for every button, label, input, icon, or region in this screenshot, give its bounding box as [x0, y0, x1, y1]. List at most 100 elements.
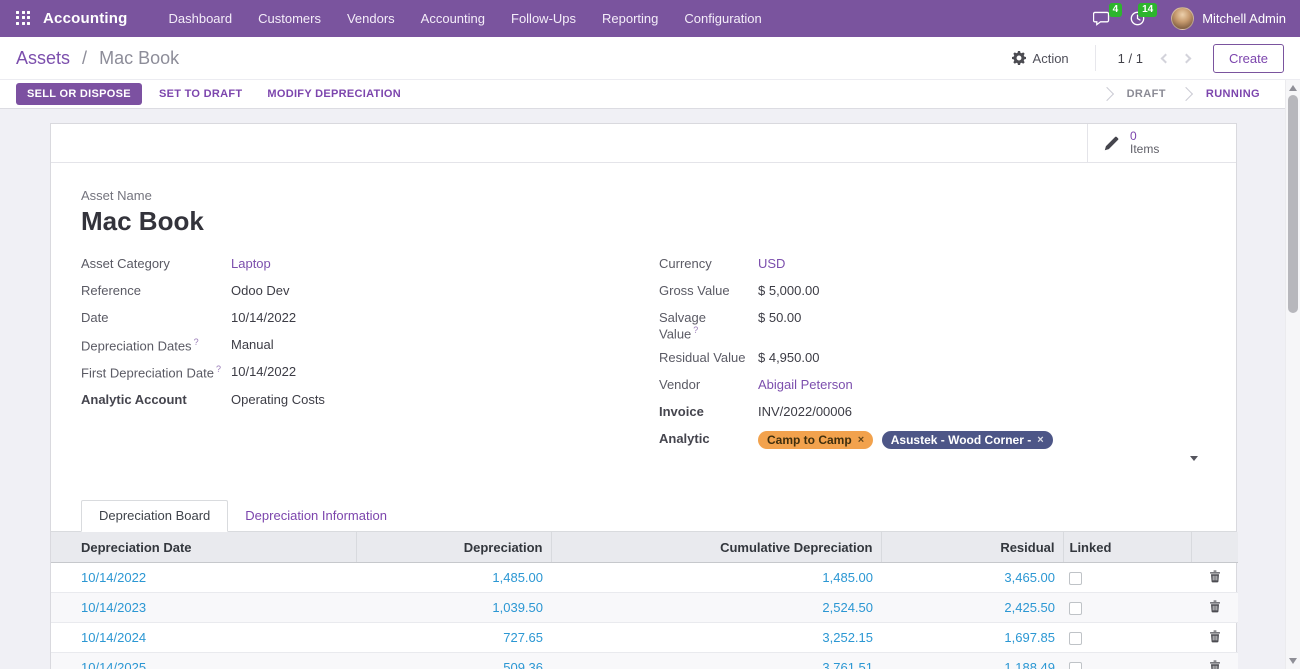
state-separator-chevron	[1179, 87, 1193, 101]
form-body: Asset Name Mac Book Asset Category Lapto…	[51, 163, 1236, 458]
cell-linked	[1063, 652, 1191, 669]
analytic-tag: Asustek - Wood Corner -×	[882, 431, 1053, 449]
table-row: 10/14/2022 1,485.00 1,485.00 3,465.00	[51, 562, 1238, 592]
menu-customers[interactable]: Customers	[245, 0, 334, 37]
cell-cumulative[interactable]: 2,524.50	[551, 592, 881, 622]
cell-depreciation[interactable]: 509.36	[356, 652, 551, 669]
breadcrumb: Assets / Mac Book	[16, 48, 179, 69]
cell-cumulative[interactable]: 1,485.00	[551, 562, 881, 592]
chat-bubble-icon	[1093, 11, 1110, 26]
dropdown-caret-icon[interactable]	[1190, 456, 1198, 461]
user-name[interactable]: Mitchell Admin	[1202, 11, 1286, 26]
apps-grid-icon[interactable]	[16, 11, 32, 27]
cell-depreciation[interactable]: 1,039.50	[356, 592, 551, 622]
depreciation-board-table: Depreciation Date Depreciation Cumulativ…	[51, 532, 1238, 669]
gross-value[interactable]: $ 5,000.00	[758, 283, 819, 301]
analytic-tag: Camp to Camp×	[758, 431, 873, 449]
linked-checkbox[interactable]	[1069, 572, 1082, 585]
fields-left-column: Asset Category Laptop Reference Odoo Dev…	[81, 256, 659, 458]
linked-checkbox[interactable]	[1069, 602, 1082, 615]
field-label: Currency	[659, 256, 758, 274]
menu-vendors[interactable]: Vendors	[334, 0, 408, 37]
field-currency: Currency USD	[659, 256, 1206, 274]
pager-next-button[interactable]	[1176, 51, 1197, 66]
header-cumulative-depreciation: Cumulative Depreciation	[551, 532, 881, 562]
modify-depreciation-button[interactable]: MODIFY DEPRECIATION	[267, 88, 401, 100]
cell-date[interactable]: 10/14/2023	[51, 592, 356, 622]
reference-value[interactable]: Odoo Dev	[231, 283, 290, 301]
items-stat-button[interactable]: 0 Items	[1087, 124, 1236, 162]
asset-category-link[interactable]: Laptop	[231, 256, 271, 274]
vendor-link[interactable]: Abigail Peterson	[758, 377, 853, 395]
state-draft[interactable]: DRAFT	[1114, 88, 1179, 100]
cell-date[interactable]: 10/14/2025	[51, 652, 356, 669]
table-row: 10/14/2023 1,039.50 2,524.50 2,425.50	[51, 592, 1238, 622]
menu-accounting[interactable]: Accounting	[408, 0, 498, 37]
date-value[interactable]: 10/14/2022	[231, 310, 296, 328]
field-analytic-account: Analytic Account Operating Costs	[81, 392, 659, 410]
scrollbar-up-arrow[interactable]	[1289, 85, 1297, 91]
pager-previous-button[interactable]	[1155, 51, 1176, 66]
analytic-account-value[interactable]: Operating Costs	[231, 392, 325, 410]
state-running[interactable]: RUNNING	[1193, 88, 1273, 100]
salvage-value[interactable]: $ 50.00	[758, 310, 801, 341]
cell-linked	[1063, 592, 1191, 622]
trash-icon	[1209, 630, 1221, 643]
menu-configuration[interactable]: Configuration	[671, 0, 774, 37]
set-to-draft-button[interactable]: SET TO DRAFT	[159, 88, 242, 100]
tag-remove-icon[interactable]: ×	[858, 435, 864, 446]
notebook-tabs: Depreciation Board Depreciation Informat…	[51, 500, 1236, 532]
messages-icon[interactable]: 4	[1083, 7, 1120, 30]
field-salvage-value: Salvage Value? $ 50.00	[659, 310, 1206, 341]
delete-row-button[interactable]	[1209, 630, 1221, 646]
menu-reporting[interactable]: Reporting	[589, 0, 671, 37]
items-label: Items	[1130, 143, 1159, 156]
create-button[interactable]: Create	[1213, 44, 1284, 73]
sell-or-dispose-button[interactable]: SELL OR DISPOSE	[16, 83, 142, 105]
cell-residual[interactable]: 1,188.49	[881, 652, 1063, 669]
delete-row-button[interactable]	[1209, 570, 1221, 586]
tab-depreciation-information[interactable]: Depreciation Information	[228, 501, 404, 531]
delete-row-button[interactable]	[1209, 600, 1221, 616]
field-vendor: Vendor Abigail Peterson	[659, 377, 1206, 395]
invoice-value[interactable]: INV/2022/00006	[758, 404, 852, 422]
cell-actions	[1191, 652, 1238, 669]
currency-link[interactable]: USD	[758, 256, 785, 274]
field-label: Residual Value	[659, 350, 758, 368]
field-label: Date	[81, 310, 231, 328]
cell-residual[interactable]: 2,425.50	[881, 592, 1063, 622]
cell-date[interactable]: 10/14/2024	[51, 622, 356, 652]
residual-value[interactable]: $ 4,950.00	[758, 350, 819, 368]
cell-residual[interactable]: 3,465.00	[881, 562, 1063, 592]
action-menu-button[interactable]: Action	[1012, 51, 1095, 66]
cell-cumulative[interactable]: 3,761.51	[551, 652, 881, 669]
table-row: 10/14/2025 509.36 3,761.51 1,188.49	[51, 652, 1238, 669]
activities-icon[interactable]: 14	[1120, 7, 1155, 30]
field-label: Analytic	[659, 431, 758, 449]
field-depreciation-dates: Depreciation Dates? Manual	[81, 337, 659, 355]
depreciation-dates-value[interactable]: Manual	[231, 337, 274, 355]
linked-checkbox[interactable]	[1069, 632, 1082, 645]
header-depreciation-date: Depreciation Date	[51, 532, 356, 562]
app-name[interactable]: Accounting	[43, 10, 128, 27]
chevron-left-icon	[1161, 53, 1171, 63]
cell-cumulative[interactable]: 3,252.15	[551, 622, 881, 652]
breadcrumb-assets-link[interactable]: Assets	[16, 48, 70, 68]
cell-date[interactable]: 10/14/2022	[51, 562, 356, 592]
cell-depreciation[interactable]: 1,485.00	[356, 562, 551, 592]
field-label: Invoice	[659, 404, 758, 422]
scrollbar-down-arrow[interactable]	[1289, 658, 1297, 664]
menu-dashboard[interactable]: Dashboard	[156, 0, 246, 37]
scrollbar-thumb[interactable]	[1288, 95, 1298, 313]
tab-depreciation-board[interactable]: Depreciation Board	[81, 500, 228, 532]
linked-checkbox[interactable]	[1069, 662, 1082, 669]
first-depreciation-date-value[interactable]: 10/14/2022	[231, 364, 296, 382]
cell-depreciation[interactable]: 727.65	[356, 622, 551, 652]
menu-follow-ups[interactable]: Follow-Ups	[498, 0, 589, 37]
cell-residual[interactable]: 1,697.85	[881, 622, 1063, 652]
asset-name-value[interactable]: Mac Book	[81, 206, 1206, 236]
tag-remove-icon[interactable]: ×	[1037, 435, 1043, 446]
user-avatar[interactable]	[1171, 7, 1194, 30]
field-gross-value: Gross Value $ 5,000.00	[659, 283, 1206, 301]
delete-row-button[interactable]	[1209, 660, 1221, 669]
